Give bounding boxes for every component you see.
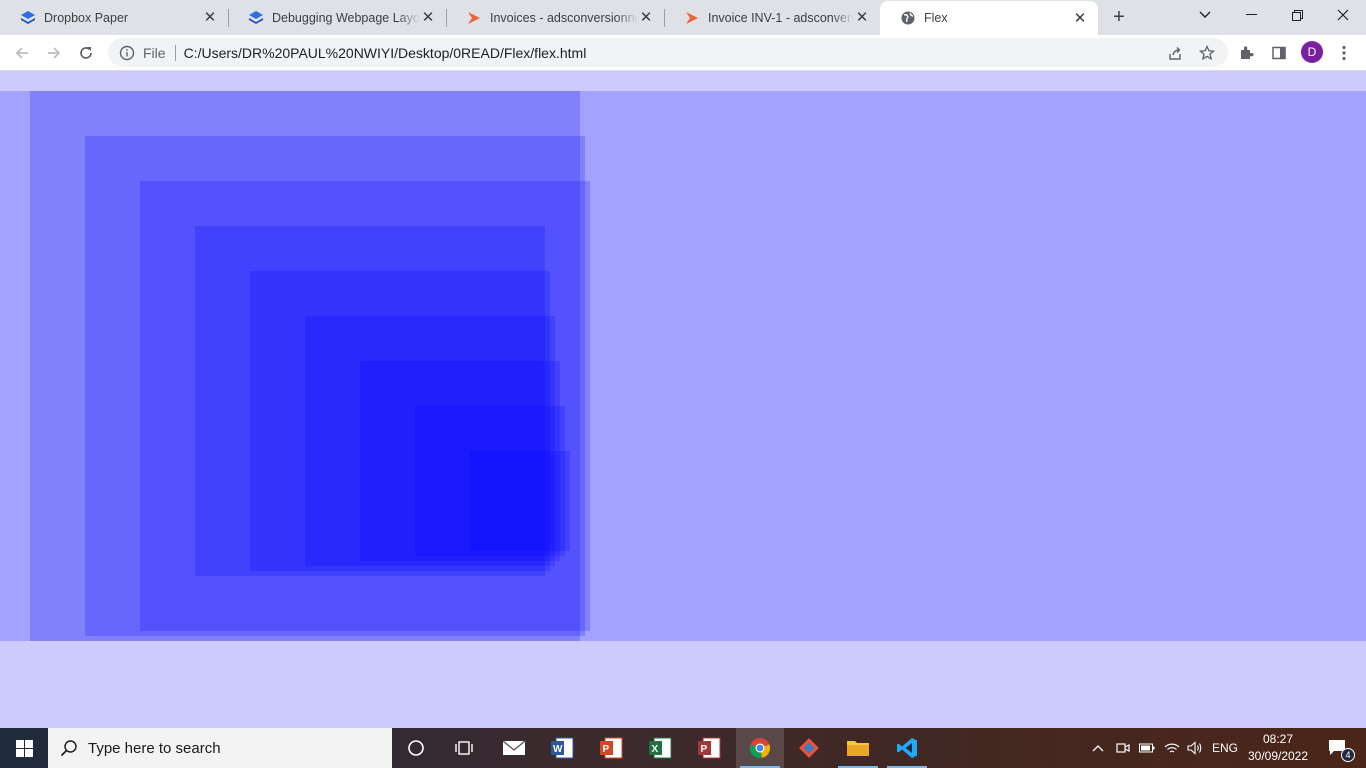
- invoice-app-icon: [466, 10, 482, 26]
- close-icon[interactable]: ✕: [638, 10, 654, 26]
- reload-icon: [80, 47, 92, 59]
- dropbox-paper-icon: [20, 10, 36, 26]
- powerpoint-app[interactable]: P: [587, 728, 635, 768]
- file-explorer-icon: [847, 741, 869, 756]
- omnibox-divider: [174, 44, 176, 61]
- git-app[interactable]: [785, 728, 833, 768]
- system-clock[interactable]: 08:27 30/09/2022: [1247, 731, 1309, 765]
- meet-now-icon[interactable]: [1113, 728, 1133, 768]
- tab-title: Flex: [924, 11, 948, 25]
- excel-icon: X: [649, 737, 672, 759]
- dropbox-paper-icon: [248, 10, 264, 26]
- puzzle-icon: [1241, 46, 1254, 59]
- flex-container: [0, 91, 1366, 641]
- back-arrow-icon: [15, 47, 28, 59]
- close-icon[interactable]: ✕: [420, 10, 436, 26]
- tab-debugging-webpage-layouts[interactable]: Debugging Webpage Layouts ✕: [228, 0, 446, 35]
- powerpoint-icon: P: [600, 737, 623, 759]
- taskbar-search[interactable]: Type here to search: [48, 728, 392, 768]
- flex-box-9: [470, 451, 570, 551]
- tab-dropbox-paper[interactable]: Dropbox Paper ✕: [0, 0, 228, 35]
- profile-avatar[interactable]: D: [1301, 41, 1323, 63]
- windows-logo-icon: [15, 739, 33, 757]
- word-app[interactable]: W: [538, 728, 586, 768]
- forward-button[interactable]: [40, 39, 68, 67]
- minimize-button[interactable]: [1228, 0, 1274, 30]
- windows-taskbar: Type here to search W P X P ENG 08:27 30…: [0, 728, 1366, 768]
- close-icon[interactable]: ✕: [854, 10, 870, 26]
- volume-icon[interactable]: [1184, 728, 1206, 768]
- svg-text:X: X: [652, 744, 659, 755]
- close-icon[interactable]: ✕: [1072, 10, 1088, 26]
- share-icon[interactable]: [1167, 45, 1183, 61]
- close-icon[interactable]: ✕: [202, 10, 218, 26]
- svg-text:W: W: [553, 744, 563, 755]
- clock-time: 08:27: [1262, 732, 1294, 746]
- forward-arrow-icon: [48, 47, 61, 59]
- notification-count-badge: 4: [1341, 748, 1355, 762]
- svg-text:P: P: [701, 744, 708, 755]
- menu-button[interactable]: [1330, 39, 1358, 67]
- search-icon: [60, 740, 77, 757]
- show-hidden-icons-button[interactable]: [1088, 728, 1108, 768]
- tab-invoices[interactable]: Invoices - adsconversionng ✕: [446, 0, 664, 35]
- close-window-button[interactable]: [1320, 0, 1366, 30]
- tab-title: Dropbox Paper: [44, 10, 129, 25]
- word-icon: W: [551, 737, 574, 759]
- tab-invoice-inv-1[interactable]: Invoice INV-1 - adsconversionng ✕: [664, 0, 880, 35]
- mail-app[interactable]: [490, 728, 538, 768]
- back-button[interactable]: [8, 39, 36, 67]
- chevron-up-icon: [1092, 745, 1104, 752]
- reload-button[interactable]: [72, 39, 100, 67]
- start-button[interactable]: [0, 728, 48, 768]
- more-vert-icon: [1342, 45, 1346, 61]
- vscode-app[interactable]: [883, 728, 931, 768]
- publisher-icon: P: [698, 737, 721, 759]
- tab-title: Debugging Webpage Layouts: [272, 10, 420, 25]
- chrome-icon: [749, 738, 771, 759]
- scheme-label: File: [143, 44, 166, 61]
- side-panel-button[interactable]: [1265, 39, 1293, 67]
- wifi-icon[interactable]: [1161, 728, 1183, 768]
- restore-button[interactable]: [1274, 0, 1320, 30]
- url-text[interactable]: C:/Users/DR%20PAUL%20NWIYI/Desktop/0READ…: [184, 45, 587, 61]
- mail-icon: [502, 740, 526, 755]
- bookmark-star-icon[interactable]: [1199, 45, 1215, 61]
- tab-search-icon[interactable]: [1182, 0, 1228, 30]
- battery-icon[interactable]: [1137, 728, 1157, 768]
- excel-app[interactable]: X: [636, 728, 684, 768]
- publisher-app[interactable]: P: [685, 728, 733, 768]
- svg-text:P: P: [603, 744, 610, 755]
- side-panel-icon: [1272, 46, 1286, 60]
- page-viewport: [0, 71, 1366, 728]
- extensions-button[interactable]: [1233, 39, 1261, 67]
- new-tab-button[interactable]: +: [1108, 6, 1130, 28]
- action-center-button[interactable]: 4: [1318, 728, 1358, 768]
- address-bar[interactable]: File C:/Users/DR%20PAUL%20NWIYI/Desktop/…: [108, 38, 1228, 67]
- tab-title: Invoices - adsconversionng: [490, 10, 638, 25]
- tab-strip: Dropbox Paper ✕ Debugging Webpage Layout…: [0, 0, 1366, 35]
- info-icon[interactable]: [119, 45, 135, 61]
- chrome-app[interactable]: [736, 728, 784, 768]
- task-view-button[interactable]: [440, 728, 488, 768]
- invoice-app-icon: [684, 10, 700, 26]
- tab-title: Invoice INV-1 - adsconversionng: [708, 10, 854, 25]
- file-explorer-app[interactable]: [834, 728, 882, 768]
- cortana-icon: [408, 740, 424, 756]
- clock-date: 30/09/2022: [1247, 749, 1309, 763]
- git-icon: [799, 738, 819, 758]
- browser-toolbar: File C:/Users/DR%20PAUL%20NWIYI/Desktop/…: [0, 35, 1366, 71]
- language-indicator[interactable]: ENG: [1208, 728, 1242, 768]
- vscode-icon: [897, 738, 917, 758]
- search-placeholder: Type here to search: [88, 739, 221, 757]
- globe-icon: [900, 10, 916, 26]
- task-view-icon: [455, 741, 473, 755]
- cortana-button[interactable]: [392, 728, 440, 768]
- tab-flex[interactable]: Flex ✕: [880, 1, 1098, 35]
